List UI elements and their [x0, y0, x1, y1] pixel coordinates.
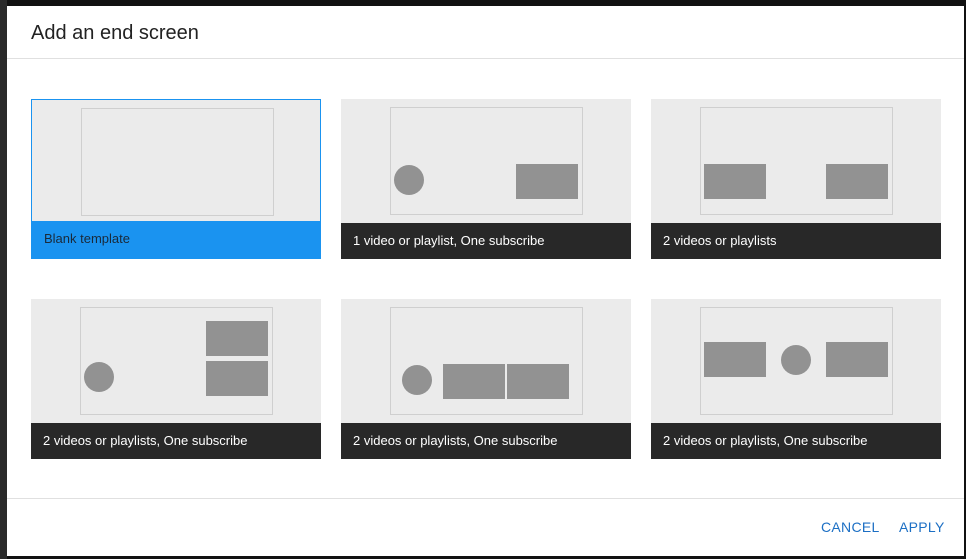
- template-label: 1 video or playlist, One subscribe: [341, 223, 631, 259]
- dialog-header: Add an end screen: [7, 6, 964, 59]
- apply-button[interactable]: APPLY: [899, 519, 945, 535]
- video-element-icon: [206, 361, 268, 396]
- template-preview-frame: [390, 107, 583, 215]
- subscribe-element-icon: [781, 345, 811, 375]
- background-app: [0, 0, 7, 559]
- dialog-title: Add an end screen: [31, 22, 199, 44]
- subscribe-element-icon: [84, 362, 114, 392]
- video-element-icon: [507, 364, 569, 399]
- video-element-icon: [443, 364, 505, 399]
- subscribe-element-icon: [402, 365, 432, 395]
- template-preview-frame: [81, 108, 274, 216]
- video-element-icon: [206, 321, 268, 356]
- video-element-icon: [516, 164, 578, 199]
- cancel-button[interactable]: CANCEL: [821, 519, 880, 535]
- template-card-2videos[interactable]: 2 videos or playlists: [651, 99, 941, 259]
- template-label: Blank template: [32, 221, 320, 258]
- template-card-2videos-1subscribe-stacked[interactable]: 2 videos or playlists, One subscribe: [31, 299, 321, 459]
- template-preview-frame: [80, 307, 273, 415]
- template-preview-frame: [700, 107, 893, 215]
- template-card-2videos-1subscribe-center[interactable]: 2 videos or playlists, One subscribe: [651, 299, 941, 459]
- video-element-icon: [826, 342, 888, 377]
- video-element-icon: [704, 342, 766, 377]
- template-preview-frame: [390, 307, 583, 415]
- template-label: 2 videos or playlists: [651, 223, 941, 259]
- template-card-blank[interactable]: Blank template: [31, 99, 321, 259]
- video-element-icon: [704, 164, 766, 199]
- template-preview-frame: [700, 307, 893, 415]
- template-card-1video-1subscribe[interactable]: 1 video or playlist, One subscribe: [341, 99, 631, 259]
- template-card-2videos-1subscribe-row[interactable]: 2 videos or playlists, One subscribe: [341, 299, 631, 459]
- template-label: 2 videos or playlists, One subscribe: [651, 423, 941, 459]
- video-element-icon: [826, 164, 888, 199]
- template-label: 2 videos or playlists, One subscribe: [31, 423, 321, 459]
- end-screen-dialog: Add an end screen Blank template 1 video…: [7, 6, 964, 556]
- subscribe-element-icon: [394, 165, 424, 195]
- template-label: 2 videos or playlists, One subscribe: [341, 423, 631, 459]
- dialog-footer: CANCEL APPLY: [7, 498, 964, 557]
